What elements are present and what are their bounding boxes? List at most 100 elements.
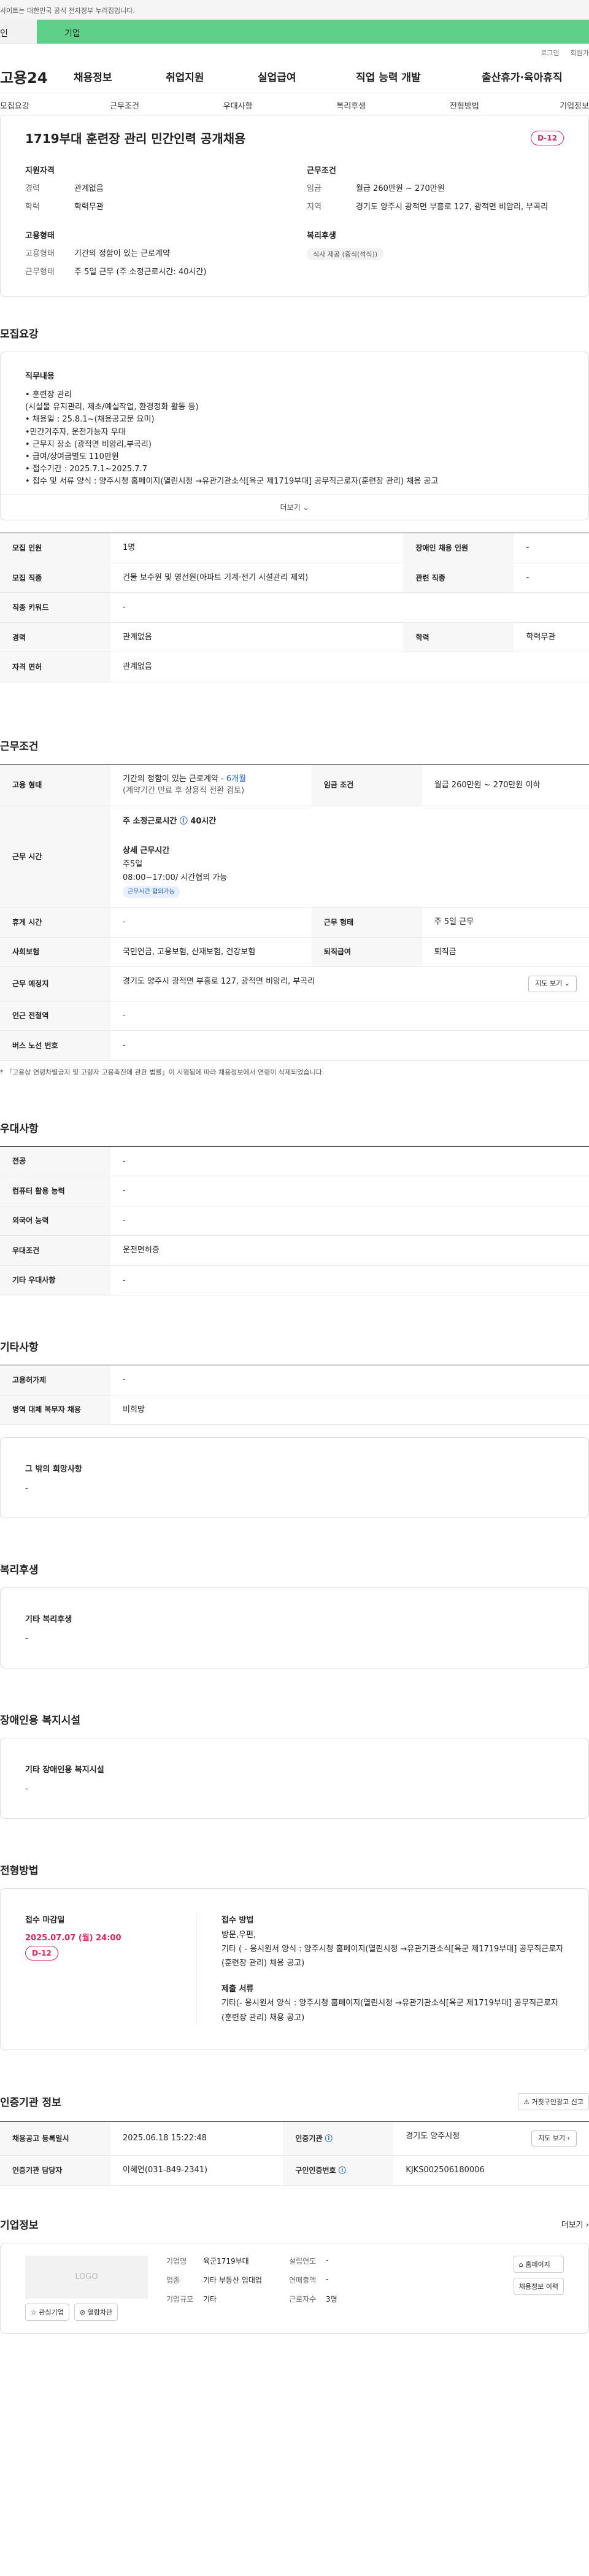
info-icon[interactable]: ⓘ [339,2166,346,2175]
table-row: 전공 - [0,1146,589,1177]
table-row: 채용공고 등록일시 2025.06.18 15:22:48 인증기관 ⓘ 경기도 양주… [0,2121,589,2156]
table-row: 자격 면허 관계없음 [0,652,589,682]
disabled-box: 기타 장애인용 복지시설 - [0,1738,589,1819]
tab-individual[interactable]: 인 [0,20,37,44]
map-button[interactable]: 지도 보기 ⌄ [528,976,577,992]
utility-links: 로그인 회원가 [0,44,589,60]
site-logo[interactable]: 고용24 [0,66,74,87]
disabled-section-title: 장애인용 복지시설 [0,1714,81,1727]
welfare-pill: 식사 제공 (중식(석식)) [307,248,384,260]
cond-label: 임금 [307,184,321,193]
qual-value: 관계없음 [74,184,104,193]
work-table: 고용 형태 기간의 정함이 있는 근로계약 - 6개월 (계약기간 만료 후 상용… [0,763,589,1061]
duty-line: •민간거주자, 운전가능자 우대 [25,427,126,437]
welfare-box: 기타 복리후생 - [0,1587,589,1669]
more-button[interactable]: 더보기 ⌄ [1,494,588,520]
tab-company[interactable]: 기업 [37,20,589,44]
homepage-button[interactable]: ⌂ 홈페이지 [513,2255,564,2273]
table-row: 사회보험 국민연금, 고용보험, 산재보험, 건강보험 퇴직급여 퇴직금 [0,937,589,968]
gov-banner: 사이트는 대한민국 공식 전자정부 누리집입니다. [0,0,589,20]
info-icon[interactable]: ⓘ [325,2134,333,2143]
dday-badge: D-12 [25,1946,58,1961]
report-button[interactable]: ⚠ 거짓구인광고 신고 [518,2092,589,2110]
duty-line: • 급여/상여금별도 110만원 [25,452,119,461]
favorite-button[interactable]: ☆ 관심기업 [25,2303,69,2321]
job-history-button[interactable]: 채용정보 이력 [513,2277,564,2295]
table-row: 근무 예정지 경기도 양주시 광적면 부흥로 127, 광적면 비암리, 부곡리 지… [0,966,589,1001]
subnav-pref[interactable]: 우대사항 [181,93,294,115]
subnav-work[interactable]: 근무조건 [68,93,182,115]
pref-section-title: 우대사항 [0,1122,39,1135]
nav-employment-support[interactable]: 취업지원 [166,69,258,84]
dday-badge: D-12 [531,130,564,145]
section-subnav: 모집요강 근무조건 우대사항 복리후생 전형방법 기업정보 [0,93,589,115]
nav-unemployment[interactable]: 실업급여 [258,69,356,84]
qual-title: 지원자격 [25,166,55,175]
report-icon: ⚠ [523,2097,530,2106]
subnav-recruit[interactable]: 모집요강 [0,93,68,115]
process-box: 접수 마감일 2025.07.07 (월) 24:00 D-12 접수 방법 방… [0,1888,589,2050]
work-section-title: 근무조건 [0,740,39,753]
emp-value: 기간의 정함이 있는 근로계약 [74,249,170,258]
cond-value: 월급 260만원 ~ 270만원 [356,184,445,193]
cond-value: 경기도 양주시 광적면 부흥로 127, 광적면 비암리, 부곡리 [356,202,549,212]
table-row: 모집 직종 건물 보수원 및 영선원(아파트 기계·전기 시설관리 제외) 관련 직… [0,563,589,593]
table-row: 인근 전철역 - [0,1001,589,1032]
table-row: 경력 관계없음 학력 학력무관 [0,622,589,653]
table-row: 고용 형태 기간의 정함이 있는 근로계약 - 6개월 (계약기간 만료 후 상용… [0,763,589,806]
top-tabs: 인 기업 [0,20,589,44]
company-box: LOGO ☆ 관심기업 ⊘ 열람차단 기업명 육군1719부대 설립연도 - 업종 기… [0,2242,589,2334]
recruit-table: 모집 인원 1명 장애인 채용 인원 - 모집 직종 건물 보수원 및 영선원(아파트 … [0,533,589,682]
table-row: 고용허가제 - [0,1365,589,1395]
company-more-link[interactable]: 더보기 › [561,2218,589,2230]
duty-heading: 직무내용 [25,372,55,381]
table-row: 컴퓨터 활용 능력 - [0,1176,589,1206]
welfare-title: 복리후생 [307,231,336,241]
table-row: 기타 우대사항 - [0,1265,589,1296]
login-link[interactable]: 로그인 [541,48,559,60]
duty-line: (시설물 유지관리, 제초/예실작업, 환경정화 활동 등) [25,403,199,412]
nav-training[interactable]: 직업 능력 개발 [356,69,482,84]
home-icon: ⌂ [518,2260,523,2269]
cond-label: 지역 [307,202,321,212]
block-button[interactable]: ⊘ 열람차단 [74,2303,118,2321]
duty-line: • 훈련장 관리 [25,390,72,400]
info-icon[interactable]: ⓘ [180,817,188,826]
hours-tag: 근무시간 협의가능 [123,886,180,898]
nav-leave[interactable]: 출산휴가·육아휴직 [482,69,563,84]
map-button[interactable]: 지도 보기 › [531,2130,577,2147]
subnav-company[interactable]: 기업정보 [521,93,589,115]
pref-table: 전공 - 컴퓨터 활용 능력 - 외국어 능력 - 우대조건 운전면허증 기타 우대사항… [0,1146,589,1296]
company-logo: LOGO [25,2255,148,2299]
recruit-section-title: 모집요강 [0,328,39,341]
table-row: 병역 대체 복무자 채용 비희망 [0,1395,589,1425]
cert-section-title: 인증기관 정보 [0,2097,61,2110]
duty-line: • 채용일 : 25.8.1~(채용공고문 요미) [25,415,155,425]
job-summary: 1719부대 훈련장 관리 민간인력 공개채용 D-12 지원자격 경력 관계없음… [0,117,589,297]
chevron-down-icon: ⌄ [302,503,309,512]
job-title: 1719부대 훈련장 관리 민간인력 공개채용 [25,131,246,146]
table-row: 근무 시간 주 소정근로시간 ⓘ 40시간 상세 근무시간 주5일 08:00~… [0,806,589,908]
age-note: * 「고용상 연령차별금지 및 고령자 고용촉진에 관한 법률」이 시행됨에 따… [0,1068,325,1076]
duty-line: • 접수기간 : 2025.7.1~2025.7.7 [25,464,147,474]
table-row: 외국어 능력 - [0,1206,589,1236]
table-row: 인증기관 담당자 이혜연(031-849-2341) 구인인증번호 ⓘ KJKS002… [0,2155,589,2186]
duty-line: • 접수 및 서류 양식 : 양주시청 홈페이지(열린시청 →유관기관소식[육군… [25,477,439,487]
emp-label: 고용형태 [25,249,55,258]
cert-table: 채용공고 등록일시 2025.06.18 15:22:48 인증기관 ⓘ 경기도 양주… [0,2121,589,2186]
cond-title: 근무조건 [307,166,336,175]
etc-section-title: 기타사항 [0,1341,39,1354]
table-row: 직종 키워드 - [0,592,589,623]
signup-link[interactable]: 회원가 [571,48,589,60]
table-row: 버스 노선 번호 - [0,1030,589,1061]
subnav-welfare[interactable]: 복리후생 [294,93,408,115]
duty-box: 직무내용 • 훈련장 관리 (시설물 유지관리, 제초/예실작업, 환경정화 활… [0,352,589,521]
qual-value: 학력무관 [74,202,104,212]
subnav-process[interactable]: 전형방법 [408,93,522,115]
duty-line: • 근무지 장소 (광적면 비암리,부곡리) [25,439,152,449]
nav-jobs[interactable]: 채용정보 [74,69,166,84]
table-row: 우대조건 운전면허증 [0,1235,589,1266]
block-icon: ⊘ [79,2308,86,2316]
emp-value: 주 5일 근무 (주 소정근로시간: 40시간) [74,267,207,277]
table-row: 휴게 시간 - 근무 형태 주 5일 근무 [0,907,589,938]
